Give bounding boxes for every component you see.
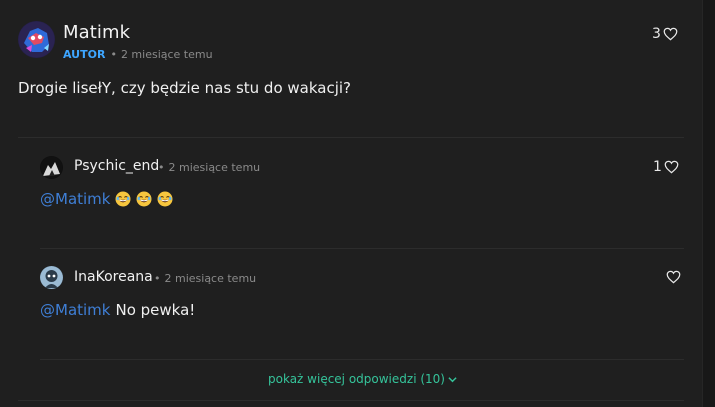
comment-meta: AUTOR • 2 miesiące temu (63, 48, 213, 61)
reply-avatar[interactable] (40, 266, 63, 289)
reply-avatar[interactable] (40, 156, 63, 179)
comment-text: Drogie lisełY, czy będzie nas stu do wak… (18, 79, 352, 97)
author-badge: AUTOR (63, 48, 106, 61)
avatar-image (40, 156, 63, 179)
reply-timestamp[interactable]: 2 miesiące temu (165, 272, 257, 285)
show-more-replies-button[interactable]: pokaż więcej odpowiedzi (10) (268, 372, 457, 386)
laughing-emoji-icon (136, 191, 152, 207)
comment-timestamp[interactable]: 2 miesiące temu (121, 48, 213, 61)
reply-text: @Matimk No pewka! (40, 301, 195, 319)
divider (18, 400, 684, 401)
avatar-image (18, 21, 55, 58)
divider (18, 137, 684, 138)
comment-thread: Matimk AUTOR • 2 miesiące temu 3 Drogie li… (0, 0, 703, 407)
like-count: 3 (652, 26, 661, 42)
reply-author[interactable]: InaKoreana (74, 269, 153, 285)
reply-meta: • 2 miesiące temu (154, 272, 256, 285)
reply-timestamp[interactable]: 2 miesiące temu (169, 161, 261, 174)
reply-body: No pewka! (115, 301, 196, 319)
heart-icon (663, 27, 678, 41)
heart-icon (664, 160, 679, 174)
like-button[interactable]: 1 (653, 159, 679, 175)
reply-meta: • 2 miesiące temu (158, 161, 260, 174)
comment-author[interactable]: Matimk (63, 22, 130, 43)
laughing-emoji-icon (157, 191, 173, 207)
show-more-replies-label: pokaż więcej odpowiedzi (10) (268, 372, 445, 386)
divider (40, 248, 684, 249)
heart-icon (666, 270, 681, 284)
chevron-down-icon (448, 376, 457, 382)
like-button[interactable] (664, 270, 681, 284)
divider (40, 359, 684, 360)
laughing-emoji-icon (115, 191, 131, 207)
avatar[interactable] (18, 21, 55, 58)
separator-dot: • (110, 48, 117, 61)
user-mention[interactable]: @Matimk (40, 301, 110, 319)
reply-text: @Matimk (40, 190, 173, 208)
like-button[interactable]: 3 (652, 26, 678, 42)
separator-dot: • (158, 161, 165, 174)
reply-author[interactable]: Psychic_end (74, 158, 159, 174)
separator-dot: • (154, 272, 161, 285)
comments-page: Matimk AUTOR • 2 miesiące temu 3 Drogie li… (0, 0, 715, 407)
like-count: 1 (653, 159, 662, 175)
user-mention[interactable]: @Matimk (40, 190, 110, 208)
avatar-image (40, 266, 63, 289)
